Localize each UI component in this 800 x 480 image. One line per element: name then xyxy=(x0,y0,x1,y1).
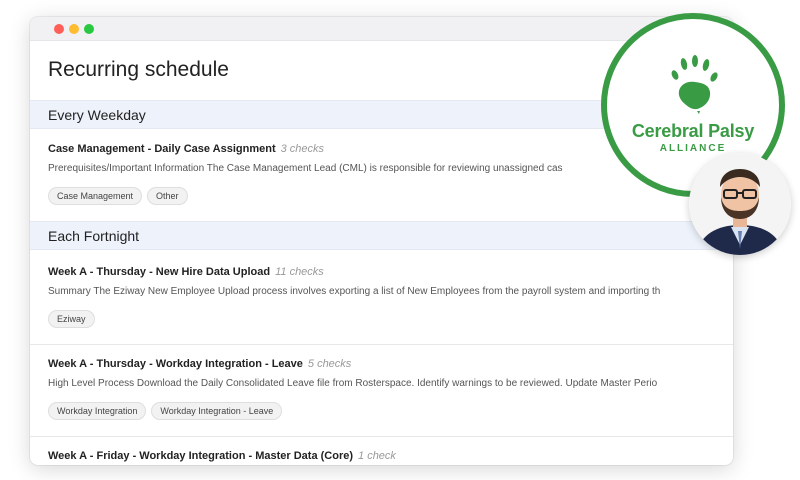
section-header-each-fortnight: Each Fortnight xyxy=(30,221,733,250)
item-title: Case Management - Daily Case Assignment 3… xyxy=(48,143,324,155)
person-portrait-icon xyxy=(689,153,791,255)
item-checks-count: 5 checks xyxy=(307,358,352,370)
logo-brand-text: Cerebral Palsy xyxy=(631,121,755,141)
section-heading: Each Fortnight xyxy=(48,228,140,244)
close-window-button[interactable] xyxy=(54,24,64,34)
item-title: Week A - Thursday - Workday Integration … xyxy=(48,358,351,370)
item-title: Week A - Thursday - New Hire Data Upload… xyxy=(48,266,324,278)
page-title: Recurring schedule xyxy=(48,58,229,81)
item-title: Week A - Friday - Workday Integration - … xyxy=(48,450,396,462)
minimize-window-button[interactable] xyxy=(69,24,79,34)
item-tags: Case Management Other xyxy=(48,187,188,205)
schedule-item-new-hire-data-upload[interactable]: Week A - Thursday - New Hire Data Upload… xyxy=(30,251,733,343)
window-titlebar xyxy=(30,17,733,41)
item-checks-count: 1 check xyxy=(358,450,396,462)
tag-eziway[interactable]: Eziway xyxy=(48,310,95,328)
item-tags: Workday Integration Workday Integration … xyxy=(48,402,283,420)
item-title-text: Case Management - Daily Case Assignment xyxy=(48,143,276,155)
tag-workday-integration[interactable]: Workday Integration xyxy=(48,402,147,420)
item-title-text: Week A - Thursday - Workday Integration … xyxy=(48,358,303,370)
tag-case-management[interactable]: Case Management xyxy=(48,187,143,205)
item-checks-count: 11 checks xyxy=(275,266,324,278)
item-description: Summary The Eziway New Employee Upload p… xyxy=(48,286,661,297)
schedule-item-workday-integration-master-data[interactable]: Week A - Friday - Workday Integration - … xyxy=(30,437,733,465)
tag-workday-integration-leave[interactable]: Workday Integration - Leave xyxy=(151,402,283,420)
schedule-item-workday-integration-leave[interactable]: Week A - Thursday - Workday Integration … xyxy=(30,345,733,435)
section-heading: Every Weekday xyxy=(48,107,146,123)
hand-and-australia-icon xyxy=(671,55,718,114)
item-tags: Eziway xyxy=(48,310,95,328)
avatar-illustration xyxy=(689,153,791,255)
item-checks-count: 3 checks xyxy=(280,143,325,155)
item-description: High Level Process Download the Daily Co… xyxy=(48,378,658,389)
item-title-text: Week A - Thursday - New Hire Data Upload xyxy=(48,266,271,278)
tag-other[interactable]: Other xyxy=(147,187,188,205)
logo-subtitle-text: ALLIANCE xyxy=(659,143,727,154)
item-title-text: Week A - Friday - Workday Integration - … xyxy=(48,450,354,462)
maximize-window-button[interactable] xyxy=(84,24,94,34)
